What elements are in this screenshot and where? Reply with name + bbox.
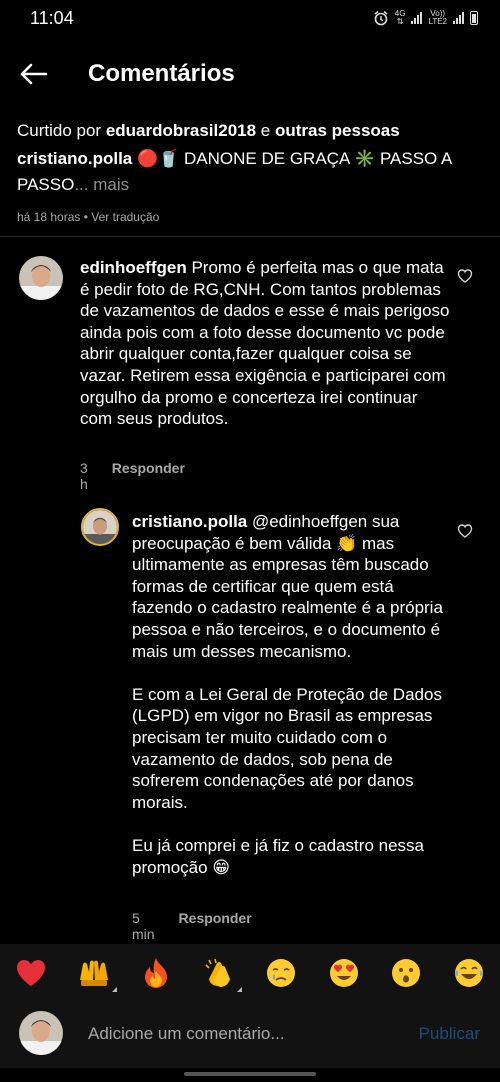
skin-tone-indicator	[111, 987, 117, 992]
signal-icon	[411, 12, 423, 24]
translate-link[interactable]: Ver tradução	[91, 210, 159, 224]
crying-face-icon	[267, 959, 296, 987]
network-type-4g: 4G ⇅	[394, 9, 406, 26]
comment-text: cristiano.polla @edinhoeffgen sua preocu…	[132, 511, 452, 878]
reply-button[interactable]: Responder	[179, 910, 252, 942]
emoji-heart-eyes-button[interactable]	[327, 956, 361, 990]
comment-compose-bar: Adicione um comentário... Publicar	[0, 1002, 500, 1068]
post-caption: Curtido por eduardobrasil2018 e outras p…	[17, 118, 477, 224]
comment-footer: 3 h Responder	[80, 460, 185, 492]
status-icons: 4G ⇅ Vo)) LTE2	[373, 10, 478, 26]
emoji-crying-button[interactable]	[264, 956, 298, 990]
post-meta: há 18 horas • Ver tradução	[17, 210, 160, 224]
tears-of-joy-icon	[454, 959, 483, 987]
emoji-heart-button[interactable]	[14, 956, 48, 990]
heart-eyes-icon	[329, 959, 358, 987]
heart-icon[interactable]	[457, 523, 473, 539]
emoji-surprised-button[interactable]	[389, 956, 423, 990]
avatar[interactable]	[19, 256, 63, 300]
reply-paragraph-3: Eu já comprei e já fiz o cadastro nessa …	[132, 835, 424, 877]
likes-summary[interactable]: Curtido por eduardobrasil2018 e outras p…	[17, 118, 477, 144]
comment-time: 5 min	[132, 910, 155, 942]
emoji-laughing-button[interactable]	[452, 956, 486, 990]
avatar[interactable]	[81, 508, 119, 546]
arrow-left-icon	[20, 63, 48, 85]
status-bar: 11:04 4G ⇅ Vo)) LTE2	[0, 0, 500, 36]
comment-input[interactable]: Adicione um comentário...	[88, 1024, 285, 1044]
network-type-lte: Vo)) LTE2	[428, 9, 447, 26]
header: Comentários	[0, 52, 500, 96]
caption-author[interactable]: cristiano.polla	[17, 149, 132, 168]
back-button[interactable]	[20, 62, 50, 86]
divider	[0, 236, 500, 237]
comment-time: 3 h	[80, 460, 88, 492]
emoji-fire-button[interactable]	[139, 956, 173, 990]
reply-paragraph-2: E com a Lei Geral de Proteção de Dados (…	[132, 684, 442, 812]
more-link[interactable]: ... mais	[74, 175, 129, 194]
raised-hands-icon	[79, 960, 108, 986]
red-heart-icon	[17, 960, 45, 986]
scrolled-content-edge	[17, 98, 483, 106]
liked-user-link[interactable]: eduardobrasil2018	[106, 121, 256, 140]
comment-author[interactable]: edinhoeffgen	[80, 258, 187, 277]
heart-icon[interactable]	[457, 268, 473, 284]
mention-link[interactable]: @edinhoeffgen	[247, 512, 367, 531]
current-user-avatar	[19, 1011, 63, 1055]
clapping-hands-icon	[205, 958, 230, 987]
post-time: há 18 horas	[17, 210, 81, 224]
skin-tone-indicator	[236, 987, 242, 992]
battery-icon	[470, 11, 478, 25]
emoji-quick-bar	[0, 944, 500, 1002]
liked-others-link[interactable]: outras pessoas	[275, 121, 400, 140]
signal-icon-2	[453, 12, 464, 24]
status-time: 11:04	[30, 7, 74, 28]
emoji-raised-hands-button[interactable]	[77, 956, 117, 992]
comment-author[interactable]: cristiano.polla	[132, 512, 247, 531]
alarm-icon	[374, 10, 388, 26]
surprised-face-icon	[392, 959, 421, 987]
fire-icon	[145, 958, 168, 988]
reply-paragraph-1: cristiano.polla @edinhoeffgen sua preocu…	[132, 512, 443, 661]
emoji-clap-button[interactable]	[202, 956, 242, 992]
page-title: Comentários	[88, 60, 235, 87]
caption-text: cristiano.polla 🔴🥤 DANONE DE GRAÇA ✳️ PA…	[17, 149, 452, 194]
publish-button[interactable]: Publicar	[419, 1024, 480, 1044]
comment-text: edinhoeffgen Promo é perfeita mas o que …	[80, 258, 450, 429]
home-indicator	[184, 1072, 316, 1076]
reply-button[interactable]: Responder	[112, 460, 185, 492]
comment-footer: 5 min Responder	[132, 910, 252, 942]
